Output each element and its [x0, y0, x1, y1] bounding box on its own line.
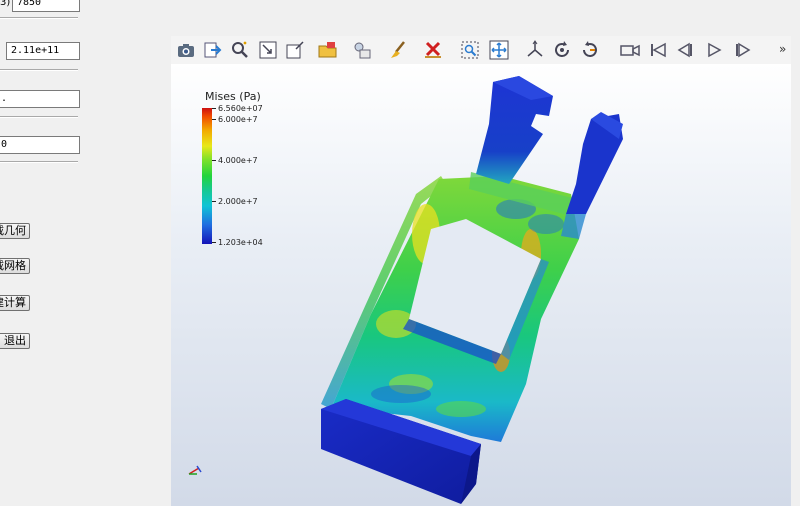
- rotate-cw-icon[interactable]: [579, 39, 601, 61]
- 3d-viewport[interactable]: Mises (Pa) 6.560e+07 6.000e+7 4.000e+7 2…: [171, 64, 791, 506]
- colorbar-tick: 6.000e+7: [212, 115, 258, 124]
- colorbar-tick-max: 6.560e+07: [212, 104, 263, 113]
- camera-icon[interactable]: [175, 39, 197, 61]
- colorbar-tick: 4.000e+7: [212, 156, 258, 165]
- toolbar-overflow-button[interactable]: »: [779, 42, 786, 56]
- left-control-panel: 3) 7850 2.11e+11 . 0 载几何 载网格 建计算 退出: [0, 0, 95, 506]
- colorbar: [202, 108, 212, 244]
- exit-button[interactable]: 退出: [0, 333, 30, 349]
- record-icon[interactable]: [619, 39, 641, 61]
- delete-icon[interactable]: [422, 39, 444, 61]
- colorbar-tick-min: 1.203e+04: [212, 238, 263, 247]
- density-field[interactable]: 7850: [12, 0, 80, 12]
- zoom-box-icon[interactable]: [257, 39, 279, 61]
- divider: [0, 116, 78, 118]
- first-frame-icon[interactable]: [647, 39, 669, 61]
- run-compute-button[interactable]: 建计算: [0, 295, 30, 311]
- clear-icon[interactable]: [387, 39, 409, 61]
- select-icon[interactable]: [459, 39, 481, 61]
- youngs-modulus-field[interactable]: 2.11e+11: [6, 42, 80, 60]
- source-icon[interactable]: [351, 39, 373, 61]
- axes-icon[interactable]: [524, 39, 546, 61]
- export-icon[interactable]: [202, 39, 224, 61]
- load-mesh-button[interactable]: 载网格: [0, 258, 30, 274]
- open-file-icon[interactable]: [317, 39, 339, 61]
- zoom-data-icon[interactable]: [229, 39, 251, 61]
- divider: [0, 161, 78, 163]
- colorbar-title: Mises (Pa): [205, 90, 261, 103]
- load-field[interactable]: 0: [0, 136, 80, 154]
- density-label: 3): [0, 0, 11, 8]
- pan-icon[interactable]: [488, 39, 510, 61]
- reset-view-icon[interactable]: [284, 39, 306, 61]
- load-geometry-button[interactable]: 载几何: [0, 223, 30, 239]
- divider: [0, 17, 78, 19]
- rotate-ccw-icon[interactable]: [551, 39, 573, 61]
- last-frame-icon[interactable]: [731, 39, 753, 61]
- prev-frame-icon[interactable]: [675, 39, 697, 61]
- stress-contour-model: [188, 76, 623, 504]
- divider: [0, 69, 78, 71]
- viewer-toolbar: »: [171, 36, 791, 65]
- colorbar-tick: 2.000e+7: [212, 197, 258, 206]
- poisson-field[interactable]: .: [0, 90, 80, 108]
- play-icon[interactable]: [703, 39, 725, 61]
